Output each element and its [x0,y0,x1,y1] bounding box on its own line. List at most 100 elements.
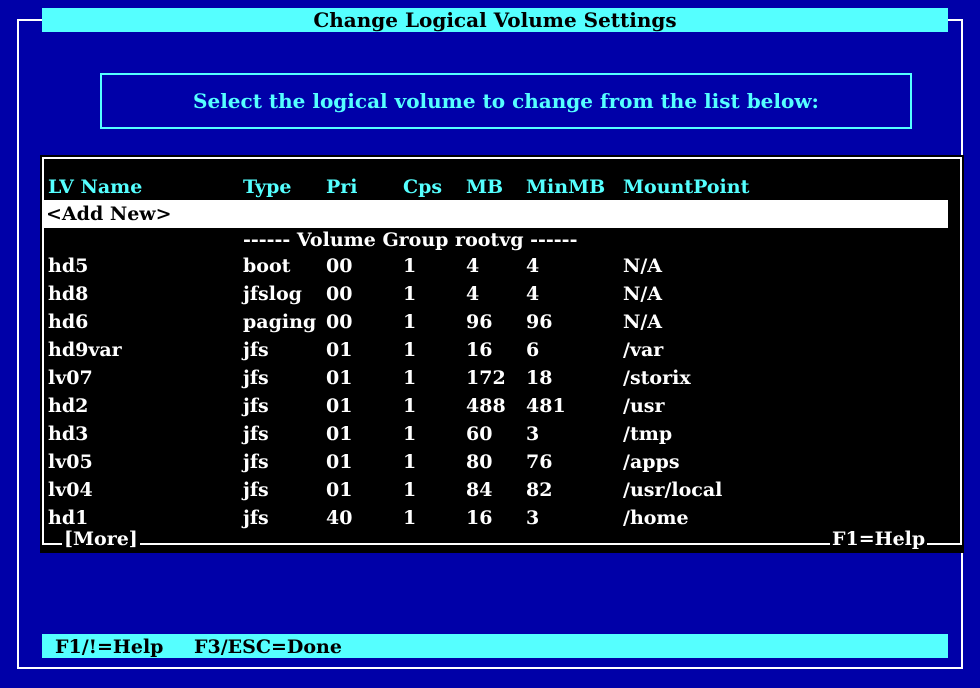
add-new-item[interactable]: <Add New> [44,200,948,228]
cell-cps: 1 [403,451,417,473]
cell-mountpoint: /apps [623,451,680,473]
lv-row[interactable]: hd1 jfs 40 1 16 3/home [40,504,964,532]
cell-pri: 01 [326,451,353,473]
cell-minmb: 82 [526,479,553,501]
header-cps: Cps [403,176,443,198]
lv-row[interactable]: hd5 boot 00 1 4 4 N/A [40,252,964,280]
cell-mb: 60 [466,423,493,445]
cell-minmb: 76 [526,451,553,473]
lv-row[interactable]: lv04 jfs 01 1 84 82/usr/local [40,476,964,504]
cell-mb: 96 [466,311,493,333]
cell-lv-name: hd5 [48,255,89,277]
cell-type: jfs [243,367,269,389]
cell-mb: 172 [466,367,506,389]
cell-type: paging [243,311,317,333]
cell-mountpoint: /home [623,507,689,529]
instruction-box: Select the logical volume to change from… [100,73,912,129]
more-indicator: [More] [62,525,140,553]
cell-mountpoint: N/A [623,311,663,333]
cell-pri: 40 [326,507,353,529]
window-title: Change Logical Volume Settings [42,8,948,32]
cell-type: jfs [243,451,269,473]
cell-cps: 1 [403,339,417,361]
done-key[interactable]: F3/ESC=Done [194,634,342,660]
cell-cps: 1 [403,283,417,305]
cell-mb: 4 [466,283,480,305]
cell-cps: 1 [403,479,417,501]
cell-minmb: 96 [526,311,553,333]
cell-minmb: 4 [526,283,540,305]
cell-pri: 01 [326,395,353,417]
cell-type: jfs [243,339,269,361]
cell-mountpoint: /usr/local [623,479,723,501]
cell-mountpoint: /storix [623,367,691,389]
lv-row[interactable]: lv05 jfs 01 1 80 76/apps [40,448,964,476]
cell-type: jfs [243,395,269,417]
cell-minmb: 3 [526,423,540,445]
cell-lv-name: hd8 [48,283,89,305]
cell-mb: 16 [466,507,493,529]
cell-mountpoint: /var [623,339,664,361]
cell-lv-name: hd3 [48,423,89,445]
header-mb: MB [466,176,504,198]
cell-pri: 01 [326,423,353,445]
cell-minmb: 481 [526,395,566,417]
instruction-text: Select the logical volume to change from… [193,89,819,113]
cell-lv-name: hd9var [48,339,122,361]
header-type: Type [243,176,292,198]
cell-mb: 84 [466,479,493,501]
cell-pri: 01 [326,339,353,361]
header-mountpoint: MountPoint [623,176,750,198]
lv-row[interactable]: hd8 jfslog 00 1 4 4 N/A [40,280,964,308]
cell-mountpoint: /usr [623,395,665,417]
cell-pri: 00 [326,311,353,333]
lv-row[interactable]: hd2 jfs 01 1 488 481/usr [40,392,964,420]
cell-lv-name: lv07 [48,367,93,389]
lv-row[interactable]: hd9var jfs 01 1 16 6/var [40,336,964,364]
cell-mb: 4 [466,255,480,277]
header-pri: Pri [326,176,358,198]
cell-lv-name: hd6 [48,311,89,333]
header-lv-name: LV Name [48,176,143,198]
help-hint: F1=Help [830,525,928,553]
cell-pri: 01 [326,367,353,389]
cell-mb: 488 [466,395,506,417]
cell-mb: 80 [466,451,493,473]
lv-row[interactable]: lv07 jfs 01 1 172 18/storix [40,364,964,392]
lv-row[interactable]: hd6 paging 00 1 96 96 N/A [40,308,964,336]
cell-mountpoint: N/A [623,283,663,305]
cell-pri: 00 [326,283,353,305]
cell-type: jfs [243,507,269,529]
volume-group-separator: ------ Volume Group rootvg ------ [40,226,964,254]
add-new-label: <Add New> [46,203,172,225]
cell-lv-name: lv04 [48,479,93,501]
cell-cps: 1 [403,507,417,529]
cell-minmb: 3 [526,507,540,529]
cell-pri: 00 [326,255,353,277]
cell-mountpoint: N/A [623,255,663,277]
cell-pri: 01 [326,479,353,501]
logical-volume-list[interactable]: LV Name Type Pri Cps MB MinMB MountPoint… [40,155,964,553]
cell-minmb: 18 [526,367,553,389]
cell-type: boot [243,255,291,277]
cell-mountpoint: /tmp [623,423,673,445]
header-minmb: MinMB [526,176,606,198]
cell-cps: 1 [403,311,417,333]
cell-cps: 1 [403,255,417,277]
cell-cps: 1 [403,423,417,445]
cell-minmb: 6 [526,339,540,361]
cell-minmb: 4 [526,255,540,277]
lv-row[interactable]: hd3 jfs 01 1 60 3/tmp [40,420,964,448]
cell-lv-name: lv05 [48,451,93,473]
volume-group-label: ------ Volume Group rootvg ------ [243,229,578,251]
cell-type: jfslog [243,283,302,305]
cell-type: jfs [243,423,269,445]
cell-lv-name: hd2 [48,395,89,417]
column-header-row: LV Name Type Pri Cps MB MinMB MountPoint [40,173,964,201]
cell-type: jfs [243,479,269,501]
cell-cps: 1 [403,367,417,389]
status-bar: F1/!=Help F3/ESC=Done [42,634,948,658]
cell-cps: 1 [403,395,417,417]
cell-mb: 16 [466,339,493,361]
help-key[interactable]: F1/!=Help [55,634,163,660]
